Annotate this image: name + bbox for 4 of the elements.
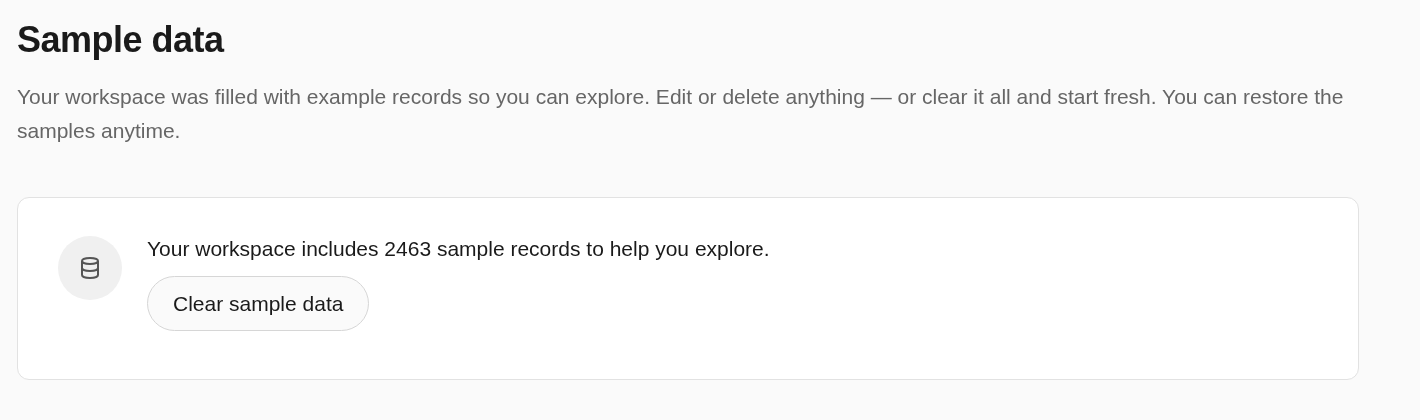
page-description: Your workspace was filled with example records so you can explore. Edit or delete anything — or clear it all and start fresh. You can restore the samples anytime. (17, 84, 1345, 144)
sample-records-message: Your workspace includes 2463 sample records to help you explore. (147, 236, 770, 262)
page-title: Sample data (17, 18, 226, 62)
clear-sample-data-button[interactable]: Clear sample data (147, 276, 370, 331)
